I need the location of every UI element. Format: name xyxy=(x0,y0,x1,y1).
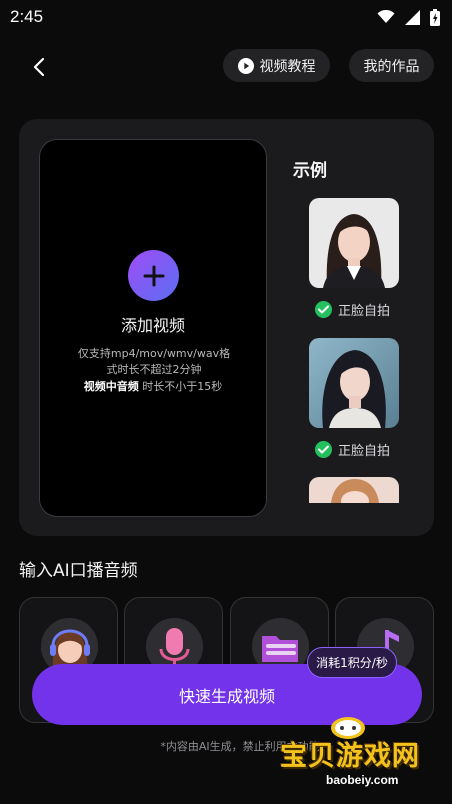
video-tutorial-button[interactable]: 视频教程 xyxy=(223,49,330,82)
add-video-button[interactable] xyxy=(128,250,179,301)
watermark: 宝贝游戏网 baobeiy.com xyxy=(276,712,452,804)
example-label-2: 正脸自拍 xyxy=(315,440,390,459)
status-bar: 2:45 xyxy=(0,0,452,34)
audio-section-title: 输入AI口播音频 xyxy=(19,561,138,581)
portrait-image xyxy=(309,198,399,288)
portrait-image xyxy=(309,338,399,428)
top-bar: 视频教程 我的作品 xyxy=(0,34,452,100)
status-time: 2:45 xyxy=(10,7,44,26)
audio-note-rest: 时长不小于15秒 xyxy=(138,380,223,393)
portrait-image xyxy=(309,477,399,503)
status-icons xyxy=(377,8,440,26)
format-line-2: 式时长不超过2分钟 xyxy=(106,363,202,376)
format-line-1: 仅支持mp4/mov/wmv/wav格 xyxy=(77,347,231,360)
battery-icon xyxy=(430,8,440,26)
check-circle-icon xyxy=(315,441,332,458)
signal-icon xyxy=(405,9,420,25)
example-label-text-2: 正脸自拍 xyxy=(338,444,391,459)
video-tutorial-label: 视频教程 xyxy=(259,58,316,75)
example-photo-2 xyxy=(309,338,399,428)
upload-card: 添加视频 仅支持mp4/mov/wmv/wav格 式时长不超过2分钟 视频中音频… xyxy=(19,119,434,536)
example-label-1: 正脸自拍 xyxy=(315,300,390,319)
plus-icon xyxy=(143,265,164,286)
example-label-text-1: 正脸自拍 xyxy=(338,304,391,319)
generate-video-label: 快速生成视频 xyxy=(178,686,275,706)
add-video-area[interactable]: 添加视频 仅支持mp4/mov/wmv/wav格 式时长不超过2分钟 视频中音频… xyxy=(39,139,267,517)
my-works-label: 我的作品 xyxy=(363,58,420,75)
watermark-url: baobeiy.com xyxy=(326,773,399,787)
back-button[interactable] xyxy=(26,54,52,80)
chevron-left-icon xyxy=(33,57,45,77)
audio-duration-note: 视频中音频 时长不小于15秒 xyxy=(40,378,266,394)
format-description: 仅支持mp4/mov/wmv/wav格 式时长不超过2分钟 xyxy=(64,346,244,378)
examples-title: 示例 xyxy=(293,161,327,181)
wifi-icon xyxy=(377,10,395,23)
example-photo-1 xyxy=(309,198,399,288)
my-works-button[interactable]: 我的作品 xyxy=(349,49,434,82)
play-circle-icon xyxy=(237,57,254,74)
watermark-title: 宝贝游戏网 xyxy=(280,741,420,772)
check-circle-icon xyxy=(315,301,332,318)
example-photo-3 xyxy=(309,477,399,503)
audio-note-bold: 视频中音频 xyxy=(83,380,139,393)
add-video-title: 添加视频 xyxy=(120,316,185,335)
cost-badge: 消耗1积分/秒 xyxy=(307,647,397,678)
